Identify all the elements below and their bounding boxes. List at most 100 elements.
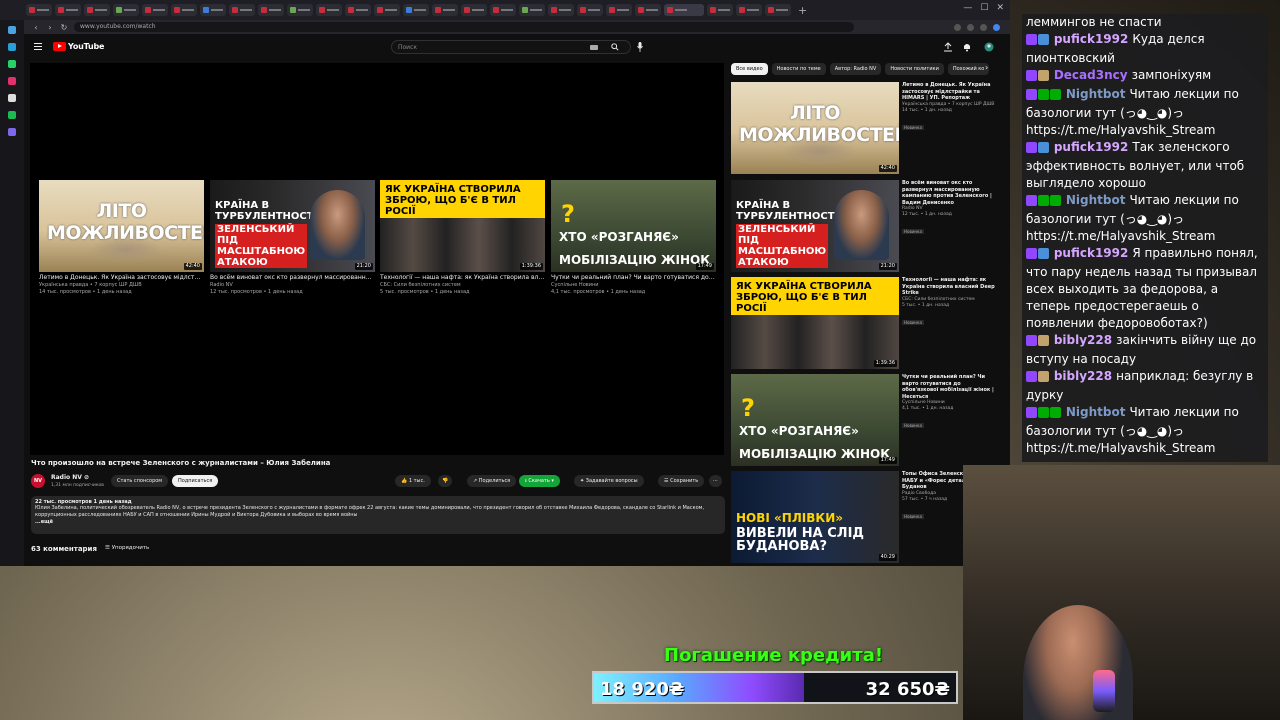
recommended-video[interactable]: ЛІТО МОЖЛИВОСТЕЙ 42:40 Летимо в Донецьк.… [731, 82, 994, 174]
video-thumbnail: КРАЇНА В ТУРБУЛЕНТНОСТІ ЗЕЛЕНСЬКИЙ ПІД М… [731, 180, 899, 272]
url-field[interactable]: www.youtube.com/watch [74, 22, 854, 32]
browser-tab[interactable] [113, 4, 139, 16]
maximize-icon[interactable]: ☐ [980, 3, 988, 13]
chat-username[interactable]: Nightbot [1066, 193, 1126, 207]
end-screen-card[interactable]: ЛІТО МОЖЛИВОСТЕЙ 42:40 Летимо в Донецьк.… [39, 180, 204, 296]
browser-tab[interactable] [374, 4, 400, 16]
chat-username[interactable]: pufick1992 [1054, 246, 1129, 260]
channel-name[interactable]: Radio NV ⊘ [51, 474, 89, 481]
recommended-video[interactable]: ? ХТО «РОЗГАНЯЄ» МОБІЛІЗАЦІЮ ЖІНОК 17:49… [731, 374, 994, 466]
subscribe-button[interactable]: Подписаться [172, 475, 219, 487]
browser-tab[interactable] [26, 4, 52, 16]
save-button[interactable]: ☰ Сохранить [658, 475, 705, 487]
search-icon[interactable] [611, 43, 619, 51]
forward-icon[interactable]: › [46, 23, 54, 32]
chip-author[interactable]: Автор: Radio NV [829, 63, 882, 75]
microphone-icon[interactable] [636, 40, 644, 54]
browser-tab[interactable] [403, 4, 429, 16]
download-button[interactable]: ⭳ Скачать ▾ [519, 475, 560, 487]
end-screen-card[interactable]: КРАЇНА В ТУРБУЛЕНТНОСТІ ЗЕЛЕНСЬКИЙ ПІД М… [210, 180, 375, 296]
browser-tab[interactable] [200, 4, 226, 16]
bell-icon[interactable] [962, 42, 972, 52]
browser-tab[interactable] [171, 4, 197, 16]
duration-badge: 40:29 [878, 554, 897, 561]
minimize-icon[interactable]: — [963, 3, 972, 13]
browser-tab[interactable] [519, 4, 545, 16]
browser-tab[interactable] [432, 4, 458, 16]
close-icon[interactable]: ✕ [996, 3, 1004, 13]
extension-icon[interactable] [967, 23, 974, 31]
video-thumbnail: ЛІТО МОЖЛИВОСТЕЙ 42:40 [731, 82, 899, 174]
chat-username[interactable]: Decad3ncy [1054, 68, 1128, 82]
share-button[interactable]: ↗ Поделиться [467, 475, 517, 487]
sort-button[interactable]: ☰ Упорядочить [105, 545, 149, 551]
sidebar-app-icon[interactable] [8, 128, 16, 136]
upload-icon[interactable] [943, 42, 953, 52]
chevron-right-icon[interactable]: › [985, 63, 988, 72]
sidebar-app-icon[interactable] [8, 26, 16, 34]
chat-username[interactable]: bibly228 [1054, 369, 1112, 383]
chat-username[interactable]: pufick1992 [1054, 32, 1129, 46]
chat-username[interactable]: Nightbot [1066, 87, 1126, 101]
browser-tab[interactable] [736, 4, 762, 16]
browser-tab[interactable] [707, 4, 733, 16]
end-screen-card[interactable]: ЯК УКРАЇНА СТВОРИЛА ЗБРОЮ, ЩО Б'Є В ТИЛ … [380, 180, 545, 296]
whatsapp-icon[interactable] [8, 60, 16, 68]
youtube-logo[interactable]: YouTube [53, 42, 104, 51]
profile-icon[interactable] [993, 23, 1000, 31]
channel-avatar[interactable]: NV [31, 474, 45, 488]
x-icon[interactable] [8, 94, 16, 102]
browser-tab[interactable] [548, 4, 574, 16]
browser-tab[interactable] [345, 4, 371, 16]
browser-tab[interactable] [461, 4, 487, 16]
browser-tab[interactable] [490, 4, 516, 16]
reload-icon[interactable]: ↻ [60, 23, 68, 32]
recommended-video[interactable]: КРАЇНА В ТУРБУЛЕНТНОСТІ ЗЕЛЕНСЬКИЙ ПІД М… [731, 180, 993, 272]
browser-tab[interactable] [765, 4, 791, 16]
join-button[interactable]: Стать спонсором [111, 475, 169, 487]
telegram-icon[interactable] [8, 43, 16, 51]
new-tab-icon[interactable]: + [798, 4, 807, 17]
recommended-video[interactable]: НОВІ «ПЛІВКИ» ВИВЕЛИ НА СЛІД БУДАНОВА? 4… [731, 471, 995, 563]
browser-tab[interactable] [84, 4, 110, 16]
chip-politics[interactable]: Новости политики [885, 63, 944, 75]
end-screen-card[interactable]: ? ХТО «РОЗГАНЯЄ» МОБІЛІЗАЦІЮ ЖІНОК 17:49… [551, 180, 716, 296]
chat-badges [1026, 69, 1050, 86]
dislike-button[interactable]: 👎 [438, 475, 453, 487]
chip-all[interactable]: Все видео [731, 63, 768, 75]
chip-similar[interactable]: Похожий ко [947, 63, 990, 75]
browser-tab[interactable] [229, 4, 255, 16]
avatar-icon[interactable] [984, 42, 994, 52]
chat-badges [1026, 370, 1050, 387]
video-player[interactable]: ЛІТО МОЖЛИВОСТЕЙ 42:40 Летимо в Донецьк.… [30, 63, 724, 455]
browser-tab[interactable] [258, 4, 284, 16]
chat-message: pufick1992 Я правильно понял, что пару не… [1022, 245, 1268, 332]
spotify-icon[interactable] [8, 111, 16, 119]
search-input[interactable] [398, 41, 588, 53]
like-button[interactable]: 👍 1 тыс. [395, 475, 431, 487]
chip-related-news[interactable]: Новости по теме [771, 63, 826, 75]
browser-tab[interactable] [142, 4, 168, 16]
back-icon[interactable]: ‹ [32, 23, 40, 32]
browser-tab[interactable] [316, 4, 342, 16]
end-card-meta: 4,1 тыс. просмотров • 1 день назад [551, 289, 646, 295]
ask-button[interactable]: ✦ Задавайте вопросы [574, 475, 644, 487]
menu-icon[interactable] [34, 43, 42, 51]
browser-tab[interactable] [55, 4, 81, 16]
show-more-link[interactable]: ...ещё [35, 519, 721, 525]
browser-tab[interactable] [287, 4, 313, 16]
chat-username[interactable]: pufick1992 [1054, 140, 1129, 154]
browser-tab[interactable] [606, 4, 632, 16]
extension-icon[interactable] [954, 23, 961, 31]
recommended-video[interactable]: ЯК УКРАЇНА СТВОРИЛА ЗБРОЮ, ЩО Б'Є В ТИЛ … [731, 277, 995, 369]
browser-tab[interactable] [635, 4, 661, 16]
chat-username[interactable]: bibly228 [1054, 333, 1112, 347]
browser-tab-active[interactable] [664, 4, 704, 16]
chat-username[interactable]: Nightbot [1066, 405, 1126, 419]
description-box[interactable]: 22 тыс. просмотров 1 день назад Юлия Заб… [31, 496, 725, 534]
instagram-icon[interactable] [8, 77, 16, 85]
more-actions-button[interactable]: ··· [709, 475, 722, 487]
browser-tab[interactable] [577, 4, 603, 16]
extension-icon[interactable] [980, 23, 987, 31]
keyboard-icon[interactable] [590, 45, 598, 50]
